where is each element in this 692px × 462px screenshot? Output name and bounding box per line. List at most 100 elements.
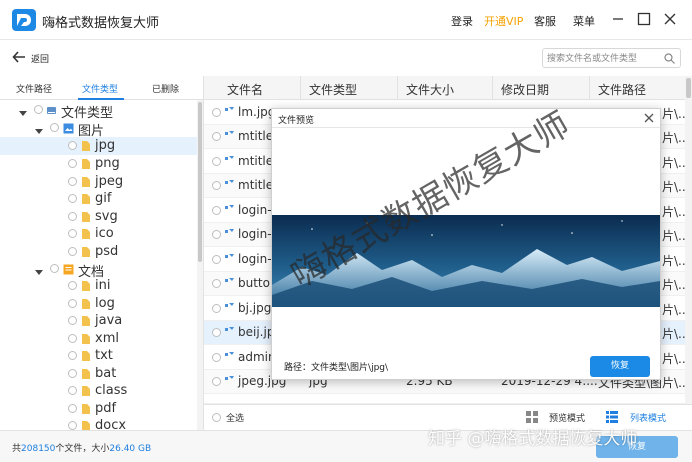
row-radio[interactable]	[212, 255, 221, 264]
row-radio[interactable]	[212, 181, 221, 190]
row-radio[interactable]	[212, 132, 221, 141]
tree-node-file-type[interactable]: 文件类型	[0, 101, 197, 121]
table-scroll-thumb[interactable]	[686, 78, 691, 98]
menu-button[interactable]: 菜单	[573, 13, 595, 29]
tree-scroll-thumb[interactable]	[198, 102, 202, 262]
tree-node-ico[interactable]: ico	[0, 225, 197, 243]
tree-radio[interactable]	[68, 386, 77, 395]
tree-radio[interactable]	[68, 351, 77, 360]
tab-file-type[interactable]: 文件类型	[82, 82, 118, 95]
tree-radio[interactable]	[68, 177, 77, 186]
row-radio[interactable]	[212, 353, 221, 362]
row-radio[interactable]	[212, 377, 221, 386]
tree-node-txt[interactable]: txt	[0, 347, 197, 365]
tree-node-log[interactable]: log	[0, 295, 197, 313]
tree-radio[interactable]	[68, 316, 77, 325]
maximize-icon[interactable]	[636, 11, 652, 27]
folder-icon	[81, 368, 91, 380]
back-arrow-icon[interactable]	[12, 50, 26, 64]
folder-icon	[81, 350, 91, 362]
back-button[interactable]: 返回	[31, 52, 49, 65]
tree-node-pdf[interactable]: pdf	[0, 400, 197, 418]
vip-link[interactable]: 开通VIP	[484, 13, 523, 29]
dialog-close-icon[interactable]	[643, 112, 655, 124]
collapse-arrow-icon[interactable]	[35, 124, 43, 134]
tree-label: psd	[95, 244, 119, 259]
tree-node-jpg[interactable]: jpg	[0, 137, 197, 155]
tree-node-png[interactable]: png	[0, 155, 197, 173]
tree-radio[interactable]	[68, 159, 77, 168]
tree-node-ini[interactable]: ini	[0, 277, 197, 295]
row-radio[interactable]	[212, 279, 221, 288]
tree-radio[interactable]	[68, 212, 77, 221]
tree-label: pdf	[95, 401, 117, 416]
row-radio[interactable]	[212, 108, 221, 117]
tree-label: docx	[95, 418, 127, 430]
tree-label: jpg	[95, 138, 116, 153]
tree-radio[interactable]	[68, 334, 77, 343]
tree-radio[interactable]	[68, 404, 77, 413]
tree-node-docx[interactable]: docx	[0, 417, 197, 430]
tree-radio[interactable]	[50, 123, 59, 132]
col-header-path[interactable]: 文件路径	[598, 81, 646, 98]
tree-node-bat[interactable]: bat	[0, 365, 197, 383]
file-name: lm.jpg	[238, 105, 276, 119]
tree-radio[interactable]	[50, 264, 59, 273]
col-header-size[interactable]: 文件大小	[406, 81, 454, 98]
tree-radio[interactable]	[68, 369, 77, 378]
tree-label: ico	[95, 226, 114, 241]
tree-node-documents[interactable]: 文档	[0, 260, 197, 280]
col-header-date[interactable]: 修改日期	[501, 81, 549, 98]
table-scrollbar[interactable]	[685, 76, 692, 404]
tree-label: gif	[95, 191, 112, 206]
tab-deleted[interactable]: 已删除	[152, 82, 179, 95]
row-radio[interactable]	[212, 157, 221, 166]
collapse-arrow-icon[interactable]	[19, 106, 27, 116]
col-header-name[interactable]: 文件名	[227, 81, 263, 98]
customer-service-link[interactable]: 客服	[534, 13, 556, 29]
tree-radio[interactable]	[68, 229, 77, 238]
preview-mode-button[interactable]: 预览模式	[549, 411, 585, 424]
tree-node-java[interactable]: java	[0, 312, 197, 330]
tree-radio[interactable]	[68, 194, 77, 203]
minimize-icon[interactable]	[610, 11, 626, 27]
tree-node-class[interactable]: class	[0, 382, 197, 400]
tree-radio[interactable]	[68, 141, 77, 150]
row-radio[interactable]	[212, 304, 221, 313]
search-box[interactable]	[542, 48, 681, 68]
tree-radio[interactable]	[68, 281, 77, 290]
login-link[interactable]: 登录	[451, 13, 473, 29]
folder-icon	[81, 385, 91, 397]
grid-view-icon[interactable]	[526, 411, 538, 423]
table-row-partial[interactable]	[204, 394, 685, 404]
list-view-icon[interactable]	[606, 411, 618, 423]
tree-node-images[interactable]: 图片	[0, 119, 197, 139]
row-radio[interactable]	[212, 328, 221, 337]
select-all-radio[interactable]	[212, 413, 221, 422]
list-mode-button[interactable]: 列表模式	[630, 411, 666, 424]
search-input[interactable]	[547, 51, 661, 66]
image-folder-icon	[63, 122, 74, 134]
row-radio[interactable]	[212, 206, 221, 215]
collapse-arrow-icon[interactable]	[35, 265, 43, 275]
close-icon[interactable]	[662, 11, 678, 27]
tree-node-xml[interactable]: xml	[0, 330, 197, 348]
tree-label: ini	[95, 278, 111, 293]
column-divider	[589, 76, 590, 100]
select-all-label[interactable]: 全选	[226, 411, 244, 424]
dialog-recover-button[interactable]: 恢复	[590, 356, 650, 377]
tab-file-path[interactable]: 文件路径	[16, 82, 52, 95]
tree-node-gif[interactable]: gif	[0, 190, 197, 208]
search-icon[interactable]	[664, 53, 675, 64]
tree-radio[interactable]	[68, 421, 77, 430]
tree-node-psd[interactable]: psd	[0, 243, 197, 261]
tree-node-svg[interactable]: svg	[0, 208, 197, 226]
row-radio[interactable]	[212, 230, 221, 239]
image-file-icon	[225, 326, 235, 337]
tree-radio[interactable]	[68, 247, 77, 256]
tree-radio[interactable]	[68, 299, 77, 308]
title-bar: 嗨格式数据恢复大师 登录 开通VIP 客服 菜单	[0, 0, 692, 40]
col-header-type[interactable]: 文件类型	[309, 81, 357, 98]
tree-node-jpeg[interactable]: jpeg	[0, 173, 197, 191]
tree-radio[interactable]	[34, 105, 43, 114]
